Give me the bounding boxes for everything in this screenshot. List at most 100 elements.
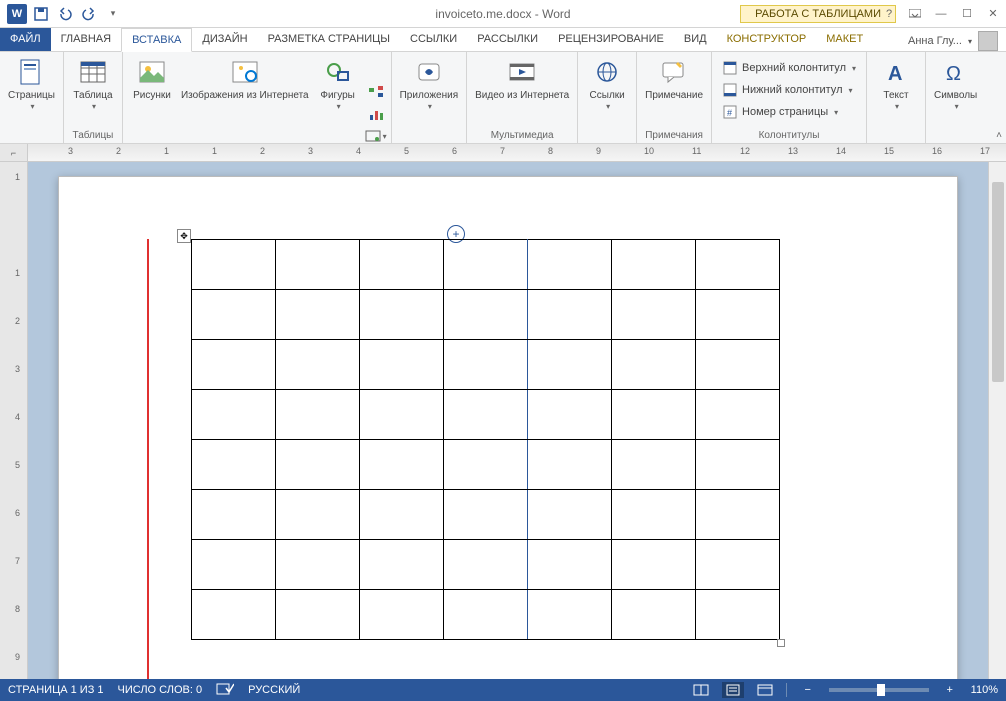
apps-button[interactable]: Приложения xyxy=(396,54,463,113)
vertical-scrollbar[interactable] xyxy=(988,162,1006,679)
status-language[interactable]: РУССКИЙ xyxy=(248,684,300,696)
zoom-level[interactable]: 110% xyxy=(971,684,998,696)
table-cell[interactable] xyxy=(612,590,696,640)
table-cell[interactable] xyxy=(444,540,528,590)
web-layout-button[interactable] xyxy=(754,682,776,698)
table-cell[interactable] xyxy=(360,540,444,590)
table-cell[interactable] xyxy=(276,290,360,340)
horizontal-ruler[interactable]: 3211234567891011121314151617 xyxy=(28,144,1006,161)
table-cell[interactable] xyxy=(528,290,612,340)
table-cell[interactable] xyxy=(696,540,780,590)
table-cell[interactable] xyxy=(360,340,444,390)
screenshot-button[interactable] xyxy=(365,126,387,146)
table-cell[interactable] xyxy=(192,340,276,390)
word-app-icon[interactable]: W xyxy=(6,3,28,25)
table-cell[interactable] xyxy=(528,540,612,590)
table-cell[interactable] xyxy=(528,440,612,490)
page[interactable]: ✥ + xyxy=(58,176,958,679)
table-row[interactable] xyxy=(192,340,780,390)
table-cell[interactable] xyxy=(444,440,528,490)
table-cell[interactable] xyxy=(360,290,444,340)
tab-view[interactable]: ВИД xyxy=(674,27,717,51)
header-button[interactable]: Верхний колонтитул xyxy=(718,58,860,78)
table-cell[interactable] xyxy=(528,340,612,390)
tab-table-layout[interactable]: МАКЕТ xyxy=(816,27,873,51)
table-cell[interactable] xyxy=(612,340,696,390)
pictures-button[interactable]: Рисунки xyxy=(127,54,177,104)
table-cell[interactable] xyxy=(528,590,612,640)
tab-design[interactable]: ДИЗАЙН xyxy=(192,27,257,51)
table-cell[interactable] xyxy=(276,590,360,640)
table-cell[interactable] xyxy=(192,390,276,440)
table-cell[interactable] xyxy=(696,590,780,640)
table-cell[interactable] xyxy=(192,490,276,540)
table-cell[interactable] xyxy=(612,240,696,290)
table-cell[interactable] xyxy=(696,440,780,490)
smartart-button[interactable] xyxy=(365,82,387,102)
page-number-button[interactable]: #Номер страницы xyxy=(718,102,860,122)
table-cell[interactable] xyxy=(276,540,360,590)
table-cell[interactable] xyxy=(360,590,444,640)
minimize-button[interactable]: — xyxy=(928,3,954,25)
table-cell[interactable] xyxy=(696,490,780,540)
table-row[interactable] xyxy=(192,290,780,340)
maximize-button[interactable]: ☐ xyxy=(954,3,980,25)
table-cell[interactable] xyxy=(696,390,780,440)
status-word-count[interactable]: ЧИСЛО СЛОВ: 0 xyxy=(118,684,203,696)
table-cell[interactable] xyxy=(276,340,360,390)
tab-file[interactable]: ФАЙЛ xyxy=(0,27,51,51)
table-row[interactable] xyxy=(192,590,780,640)
redo-button[interactable] xyxy=(78,3,100,25)
page-scroll[interactable]: ✥ + xyxy=(28,162,988,679)
tab-references[interactable]: ССЫЛКИ xyxy=(400,27,467,51)
ruler-corner[interactable]: ⌐ xyxy=(0,144,28,161)
table-cell[interactable] xyxy=(360,490,444,540)
vertical-ruler[interactable]: 112345678910 xyxy=(0,162,28,679)
table-row[interactable] xyxy=(192,490,780,540)
table-cell[interactable] xyxy=(528,490,612,540)
table-cell[interactable] xyxy=(612,440,696,490)
table-row[interactable] xyxy=(192,540,780,590)
table-cell[interactable] xyxy=(444,340,528,390)
table-cell[interactable] xyxy=(192,590,276,640)
table-cell[interactable] xyxy=(192,290,276,340)
table-cell[interactable] xyxy=(192,440,276,490)
table-row[interactable] xyxy=(192,240,780,290)
table-cell[interactable] xyxy=(192,540,276,590)
avatar[interactable] xyxy=(978,31,998,51)
table-cell[interactable] xyxy=(612,290,696,340)
tab-page-layout[interactable]: РАЗМЕТКА СТРАНИЦЫ xyxy=(258,27,400,51)
spellcheck-icon[interactable] xyxy=(216,682,234,699)
table-move-handle[interactable]: ✥ xyxy=(177,229,191,243)
tab-review[interactable]: РЕЦЕНЗИРОВАНИЕ xyxy=(548,27,674,51)
save-button[interactable] xyxy=(30,3,52,25)
links-button[interactable]: Ссылки xyxy=(582,54,632,113)
table-cell[interactable] xyxy=(444,240,528,290)
table-cell[interactable] xyxy=(612,540,696,590)
table-cell[interactable] xyxy=(444,490,528,540)
zoom-slider[interactable] xyxy=(829,688,929,692)
table-cell[interactable] xyxy=(276,490,360,540)
footer-button[interactable]: Нижний колонтитул xyxy=(718,80,860,100)
comment-button[interactable]: Примечание xyxy=(641,54,707,104)
table-button[interactable]: Таблица xyxy=(68,54,118,113)
table-cell[interactable] xyxy=(696,240,780,290)
tab-table-design[interactable]: КОНСТРУКТОР xyxy=(717,27,817,51)
table-cell[interactable] xyxy=(528,240,612,290)
close-button[interactable]: ✕ xyxy=(980,3,1006,25)
table-cell[interactable] xyxy=(276,390,360,440)
table-cell[interactable] xyxy=(360,240,444,290)
shapes-button[interactable]: Фигуры xyxy=(313,54,363,113)
collapse-ribbon-button[interactable]: ˄ xyxy=(996,130,1002,141)
user-area[interactable]: Анна Глу... ▾ xyxy=(908,31,1006,51)
table-cell[interactable] xyxy=(444,390,528,440)
zoom-out-button[interactable]: − xyxy=(797,682,819,698)
scrollbar-thumb[interactable] xyxy=(992,182,1004,382)
symbols-button[interactable]: Ω Символы xyxy=(930,54,981,113)
tab-mailings[interactable]: РАССЫЛКИ xyxy=(467,27,548,51)
ribbon-options-button[interactable] xyxy=(902,3,928,25)
online-video-button[interactable]: Видео из Интернета xyxy=(471,54,573,104)
table-cell[interactable] xyxy=(276,440,360,490)
chart-button[interactable] xyxy=(365,104,387,124)
table-resize-handle[interactable] xyxy=(777,639,785,647)
